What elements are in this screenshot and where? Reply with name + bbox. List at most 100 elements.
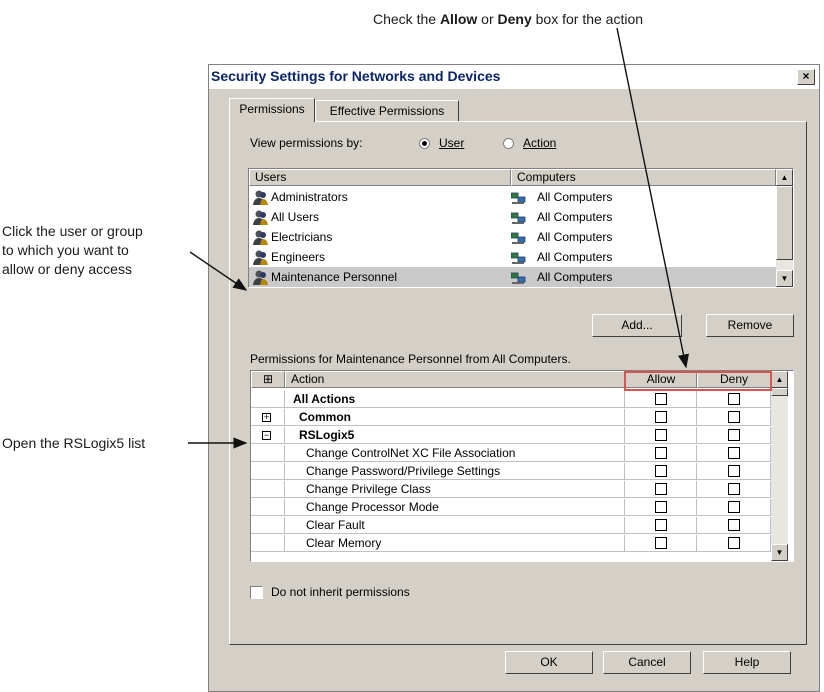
- radio-action-button[interactable]: [503, 138, 514, 149]
- allow-cell: [625, 409, 697, 426]
- annotation-check-allow-deny: Check the Allow or Deny box for the acti…: [373, 10, 643, 29]
- deny-checkbox[interactable]: [728, 519, 740, 531]
- action-column-header[interactable]: Action: [285, 371, 625, 388]
- users-scrollbar[interactable]: ▲ ▼: [776, 169, 793, 287]
- computer-name: All Computers: [537, 270, 613, 284]
- permission-row[interactable]: + Common: [251, 409, 771, 426]
- allow-checkbox[interactable]: [655, 447, 667, 459]
- action-cell: Common: [285, 409, 625, 426]
- action-cell: Change Privilege Class: [285, 481, 625, 498]
- action-label: All Actions: [293, 392, 356, 406]
- action-cell: Clear Memory: [285, 535, 625, 552]
- allow-cell: [625, 535, 697, 552]
- action-cell: Change Password/Privilege Settings: [285, 463, 625, 480]
- close-icon[interactable]: ×: [797, 69, 815, 85]
- user-list-item[interactable]: Electricians All Computers: [249, 227, 789, 247]
- tab-effective-permissions[interactable]: Effective Permissions: [315, 100, 459, 122]
- remove-button[interactable]: Remove: [706, 314, 794, 337]
- expand-icon[interactable]: +: [262, 413, 271, 422]
- action-label: RSLogix5: [299, 428, 355, 442]
- scroll-thumb[interactable]: [771, 388, 788, 396]
- deny-checkbox[interactable]: [728, 537, 740, 549]
- permission-row[interactable]: All Actions: [251, 391, 771, 408]
- user-list-item[interactable]: Administrators All Computers: [249, 187, 789, 207]
- deny-checkbox[interactable]: [728, 429, 740, 441]
- computers-icon: [510, 271, 526, 284]
- permissions-scrollbar[interactable]: ▲ ▼: [771, 371, 788, 561]
- deny-checkbox[interactable]: [728, 393, 740, 405]
- allow-checkbox[interactable]: [655, 465, 667, 477]
- deny-cell: [697, 409, 771, 426]
- permission-row[interactable]: Clear Memory: [251, 535, 771, 552]
- computers-icon: [510, 191, 526, 204]
- deny-cell: [697, 535, 771, 552]
- deny-cell: [697, 427, 771, 444]
- scroll-down-icon[interactable]: ▼: [776, 270, 793, 287]
- permission-row[interactable]: Clear Fault: [251, 517, 771, 534]
- inherit-label[interactable]: Do not inherit permissions: [271, 585, 410, 599]
- allow-checkbox[interactable]: [655, 429, 667, 441]
- computers-column-header[interactable]: Computers: [511, 169, 776, 186]
- allow-checkbox[interactable]: [655, 483, 667, 495]
- deny-checkbox[interactable]: [728, 465, 740, 477]
- deny-checkbox[interactable]: [728, 447, 740, 459]
- user-group-icon: [252, 230, 268, 245]
- allow-checkbox[interactable]: [655, 393, 667, 405]
- permission-row[interactable]: Change ControlNet XC File Association: [251, 445, 771, 462]
- deny-checkbox[interactable]: [728, 501, 740, 513]
- annotation-text: or: [477, 11, 498, 27]
- user-name: Administrators: [271, 190, 348, 204]
- add-button[interactable]: Add...: [592, 314, 682, 337]
- allow-cell: [625, 463, 697, 480]
- dialog-title: Security Settings for Networks and Devic…: [211, 68, 501, 84]
- permission-row[interactable]: Change Privilege Class: [251, 481, 771, 498]
- inherit-checkbox[interactable]: [250, 586, 263, 599]
- radio-user-button[interactable]: [419, 138, 430, 149]
- scroll-up-icon[interactable]: ▲: [771, 371, 788, 388]
- radio-user-label[interactable]: User: [439, 136, 464, 150]
- deny-cell: [697, 445, 771, 462]
- user-group-icon: [252, 190, 268, 205]
- user-list-item[interactable]: Maintenance Personnel All Computers: [249, 267, 789, 287]
- allow-checkbox[interactable]: [655, 519, 667, 531]
- computers-icon: [510, 211, 526, 224]
- annotation-allow-text: Allow: [439, 11, 478, 27]
- allow-cell: [625, 391, 697, 408]
- scroll-down-icon[interactable]: ▼: [771, 544, 788, 561]
- radio-action-label[interactable]: Action: [523, 136, 556, 150]
- user-group-icon: [252, 270, 268, 285]
- action-label: Clear Fault: [306, 518, 365, 532]
- tab-permissions[interactable]: Permissions: [229, 98, 315, 122]
- action-label: Change ControlNet XC File Association: [306, 446, 516, 460]
- permissions-grid[interactable]: ⊞ Action Allow Deny All Actions + Common − R…: [250, 370, 794, 562]
- ok-button[interactable]: OK: [505, 651, 593, 674]
- action-cell: RSLogix5: [285, 427, 625, 444]
- deny-cell: [697, 391, 771, 408]
- allow-checkbox[interactable]: [655, 501, 667, 513]
- user-list-item[interactable]: All Users All Computers: [249, 207, 789, 227]
- deny-checkbox[interactable]: [728, 483, 740, 495]
- permission-row[interactable]: Change Processor Mode: [251, 499, 771, 516]
- action-cell: Clear Fault: [285, 517, 625, 534]
- users-list[interactable]: Users Computers Administrators All Comput…: [248, 168, 794, 288]
- expand-all-header[interactable]: ⊞: [251, 371, 285, 388]
- permission-row[interactable]: Change Password/Privilege Settings: [251, 463, 771, 480]
- cancel-button[interactable]: Cancel: [603, 651, 691, 674]
- allow-checkbox[interactable]: [655, 537, 667, 549]
- allow-checkbox[interactable]: [655, 411, 667, 423]
- computer-name: All Computers: [537, 230, 613, 244]
- collapse-icon[interactable]: −: [262, 431, 271, 440]
- help-button[interactable]: Help: [703, 651, 791, 674]
- annotation-deny-text: Deny: [497, 11, 532, 27]
- users-column-header[interactable]: Users: [249, 169, 511, 186]
- deny-checkbox[interactable]: [728, 411, 740, 423]
- expander-cell: +: [251, 409, 285, 426]
- expander-cell: [251, 445, 285, 462]
- user-list-item[interactable]: Engineers All Computers: [249, 247, 789, 267]
- scroll-thumb[interactable]: [776, 186, 793, 260]
- expander-cell: −: [251, 427, 285, 444]
- permission-row[interactable]: − RSLogix5: [251, 427, 771, 444]
- user-name: Engineers: [271, 250, 326, 264]
- scroll-up-icon[interactable]: ▲: [776, 169, 793, 186]
- action-label: Clear Memory: [306, 536, 382, 550]
